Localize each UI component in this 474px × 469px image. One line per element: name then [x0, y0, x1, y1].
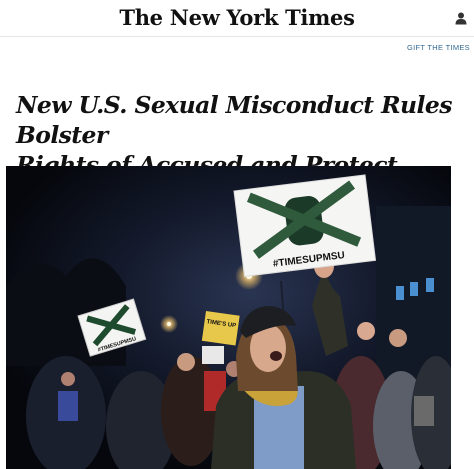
- gift-the-times-link[interactable]: GIFT THE TIMES: [407, 43, 470, 52]
- headline-line-1: New U.S. Sexual Misconduct Rules Bolster: [16, 91, 452, 149]
- user-icon[interactable]: [454, 11, 468, 25]
- protest-sign-white: [202, 346, 224, 364]
- protest-sign-yellow: TIME'S UP: [201, 311, 240, 346]
- masthead-logo[interactable]: The New York Times: [0, 5, 474, 30]
- protest-sign-large: #TIMESUPMSU: [233, 174, 377, 277]
- top-bar: The New York Times: [0, 0, 474, 37]
- article-photo: #TIMESUPMSU TIME'S UP #TIMESUPMSU: [6, 166, 451, 469]
